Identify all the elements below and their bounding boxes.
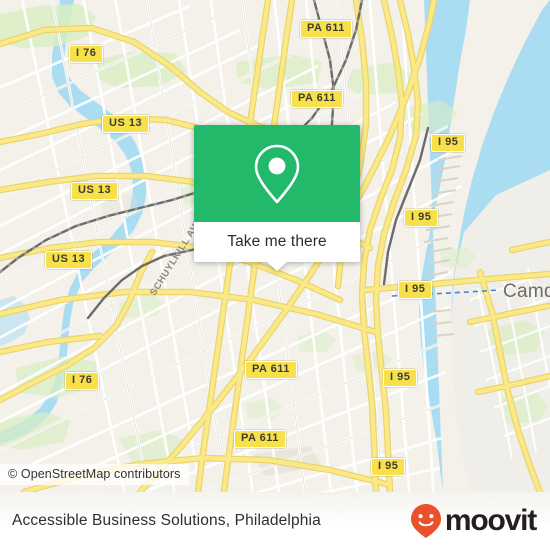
location-popup-card[interactable]: Take me there [194,125,360,271]
map-pin-icon [254,144,300,203]
moovit-brand[interactable]: moovit [409,503,537,539]
shield-i-76-top[interactable]: I 76 [69,45,104,63]
shield-i-76-bottom[interactable]: I 76 [65,372,100,390]
page-title: Accessible Business Solutions, Philadelp… [12,512,321,529]
map-canvas[interactable]: PA 611 PA 611 I 76 US 13 US 13 US 13 I 9… [0,0,550,492]
take-me-there-label: Take me there [227,233,327,250]
popup-marker-panel [194,125,360,222]
popup-action-panel[interactable]: Take me there [194,222,360,271]
shield-us-13-lower[interactable]: US 13 [45,251,93,269]
shield-i-95-lower[interactable]: I 95 [383,369,418,387]
shield-i-95-mid2[interactable]: I 95 [398,281,433,299]
shield-pa-611-upper[interactable]: PA 611 [291,90,343,108]
shield-i-95-bottom[interactable]: I 95 [371,458,406,476]
moovit-smiley-pin-icon [410,504,441,538]
shield-i-95-mid[interactable]: I 95 [404,209,439,227]
popup-tail [267,262,287,271]
bottom-info-bar: Accessible Business Solutions, Philadelp… [0,492,550,550]
shield-us-13-mid[interactable]: US 13 [71,182,119,200]
camden-label: Camd [503,281,550,302]
shield-pa-611-bottom[interactable]: PA 611 [234,430,286,448]
shield-pa-611-top[interactable]: PA 611 [300,20,352,38]
map-attribution[interactable]: © OpenStreetMap contributors [0,464,189,485]
shield-i-95-top[interactable]: I 95 [431,134,466,152]
shield-pa-611-mid[interactable]: PA 611 [245,361,297,379]
moovit-wordmark: moovit [444,504,537,537]
map-screenshot: PA 611 PA 611 I 76 US 13 US 13 US 13 I 9… [0,0,550,550]
shield-us-13-top[interactable]: US 13 [102,115,150,133]
